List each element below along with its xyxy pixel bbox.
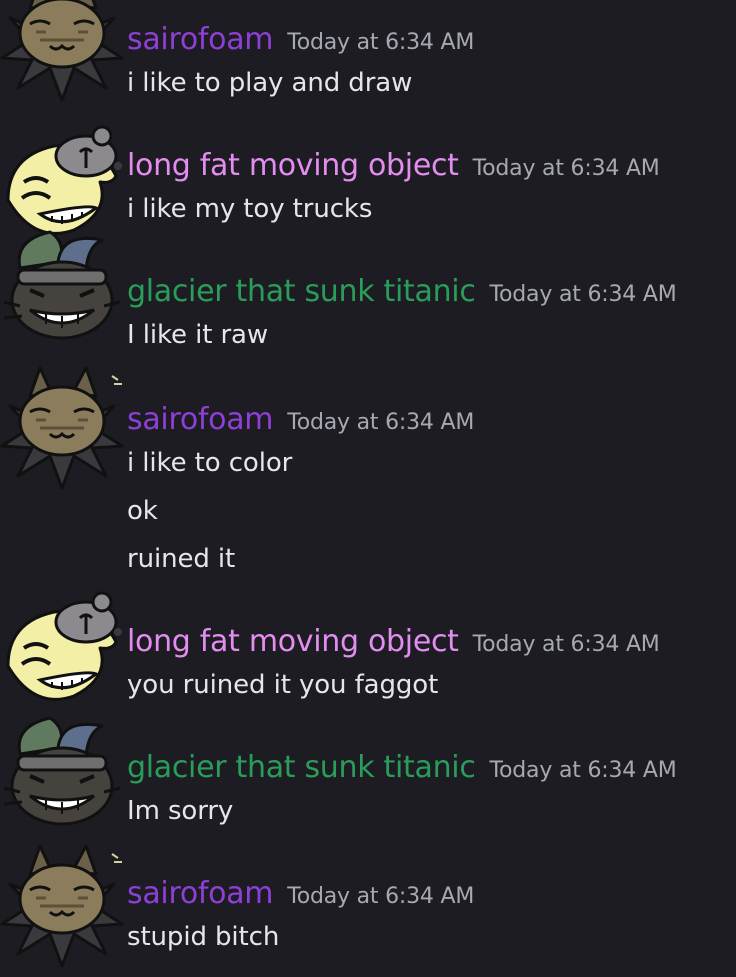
timestamp: Today at 6:34 AM (287, 884, 475, 909)
username[interactable]: glacier that sunk titanic (127, 274, 476, 309)
message-header: long fat moving object Today at 6:34 AM (127, 148, 660, 183)
username[interactable]: sairofoam (127, 22, 274, 57)
avatar-sairofoam[interactable] (0, 844, 125, 969)
message-group: sairofoam Today at 6:34 AM stupid bitch (0, 840, 736, 977)
message-text: stupid bitch (127, 922, 280, 952)
avatar-long-fat-moving-object[interactable] (0, 588, 125, 713)
username[interactable]: sairofoam (127, 402, 274, 437)
chat-message-list: sairofoam Today at 6:34 AM i like to play… (0, 0, 736, 977)
message-group: glacier that sunk titanic Today at 6:34 A… (0, 714, 736, 840)
message-header: sairofoam Today at 6:34 AM (127, 876, 474, 911)
message-text: ok (127, 496, 158, 526)
message-header: sairofoam Today at 6:34 AM (127, 22, 474, 57)
timestamp: Today at 6:34 AM (489, 758, 677, 783)
username[interactable]: long fat moving object (127, 148, 459, 183)
message-group: sairofoam Today at 6:34 AM i like to play… (0, 0, 736, 122)
message-text: i like to play and draw (127, 68, 413, 98)
timestamp: Today at 6:34 AM (287, 410, 475, 435)
timestamp: Today at 6:34 AM (489, 282, 677, 307)
message-text: Im sorry (127, 796, 234, 826)
jester-hat-grin-avatar (0, 218, 125, 343)
avatar-sairofoam[interactable] (0, 366, 125, 491)
timestamp: Today at 6:34 AM (472, 156, 660, 181)
message-header: glacier that sunk titanic Today at 6:34 A… (127, 750, 677, 785)
grinning-yellow-mask-avatar (0, 588, 125, 713)
avatar-glacier-that-sunk-titanic[interactable] (0, 704, 125, 829)
username[interactable]: sairofoam (127, 876, 274, 911)
message-text: ruined it (127, 544, 236, 574)
timestamp: Today at 6:34 AM (287, 30, 475, 55)
horned-cat-avatar (0, 844, 125, 969)
message-text: i like my toy trucks (127, 194, 373, 224)
message-group: glacier that sunk titanic Today at 6:34 A… (0, 248, 736, 366)
message-header: sairofoam Today at 6:34 AM (127, 402, 474, 437)
message-header: glacier that sunk titanic Today at 6:34 A… (127, 274, 677, 309)
message-group: long fat moving object Today at 6:34 AM y… (0, 588, 736, 714)
message-group: sairofoam Today at 6:34 AM i like to colo… (0, 366, 736, 588)
message-header: long fat moving object Today at 6:34 AM (127, 624, 660, 659)
message-text: i like to color (127, 448, 293, 478)
jester-hat-grin-avatar (0, 704, 125, 829)
message-text: you ruined it you faggot (127, 670, 439, 700)
username[interactable]: long fat moving object (127, 624, 459, 659)
timestamp: Today at 6:34 AM (472, 632, 660, 657)
avatar-glacier-that-sunk-titanic[interactable] (0, 218, 125, 343)
message-text: I like it raw (127, 320, 269, 350)
username[interactable]: glacier that sunk titanic (127, 750, 476, 785)
avatar-sairofoam[interactable] (0, 0, 125, 103)
horned-cat-avatar (0, 366, 125, 491)
horned-cat-avatar (0, 0, 125, 103)
